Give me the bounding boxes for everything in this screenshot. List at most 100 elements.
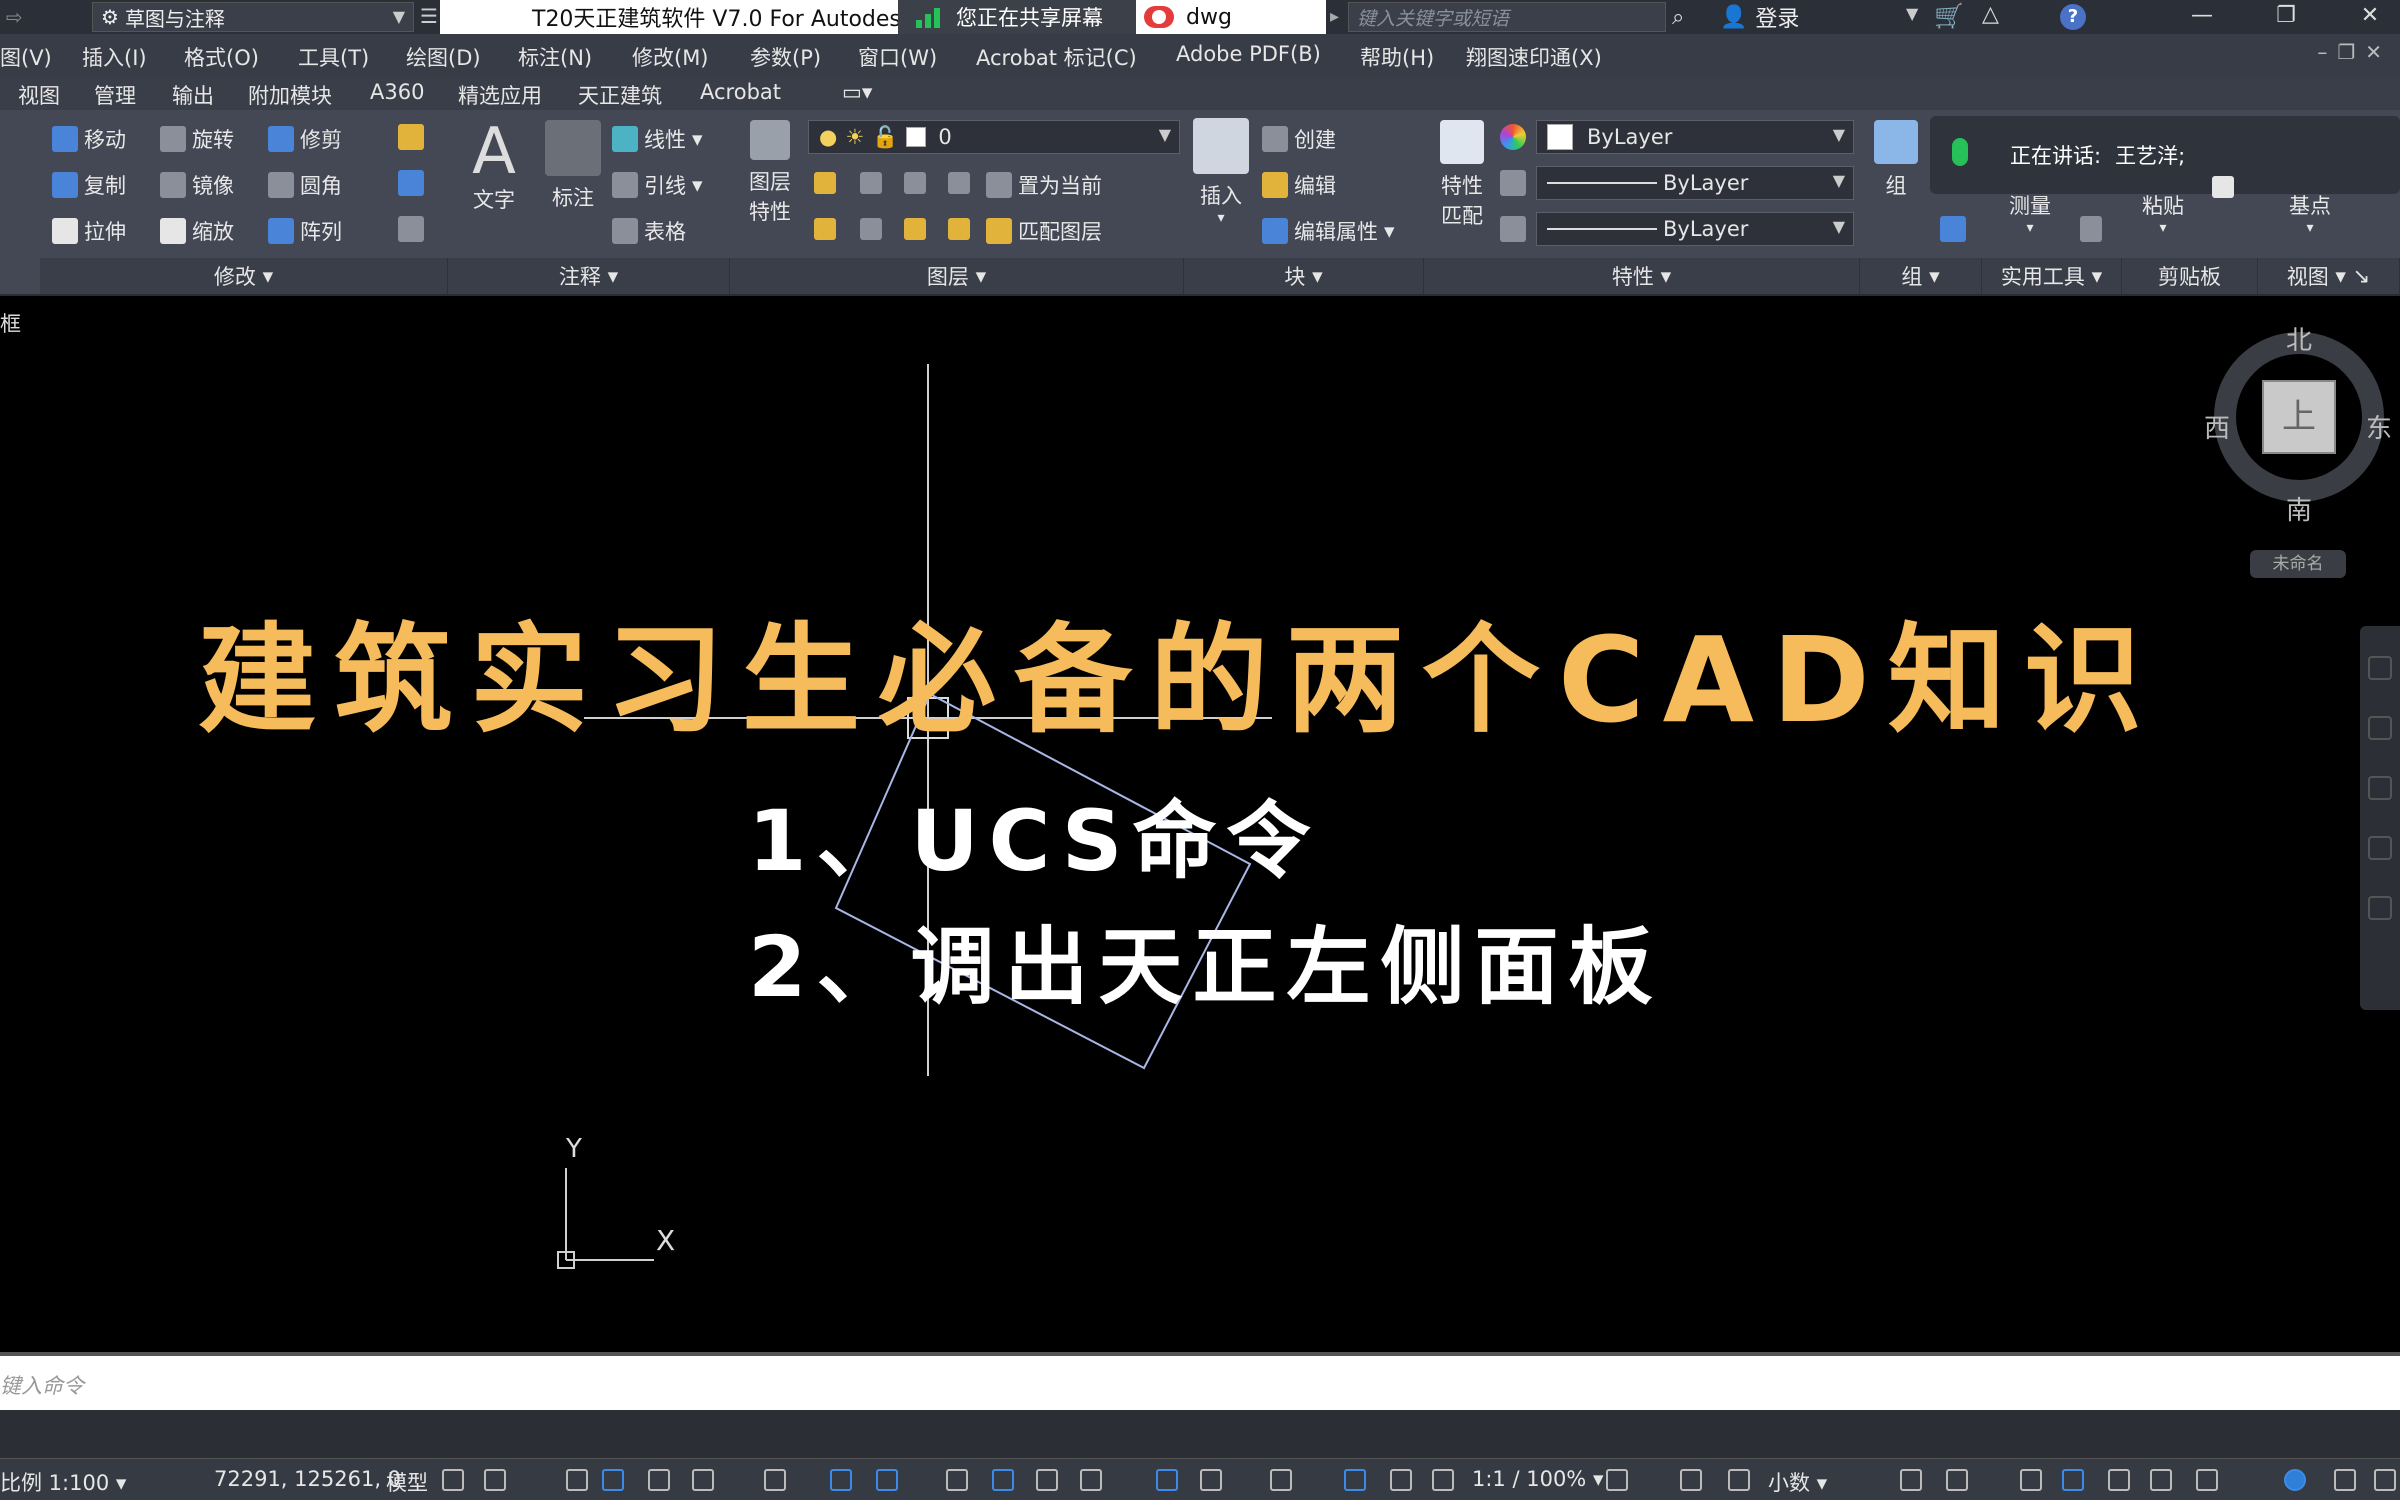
rotate-button[interactable]: 旋转	[160, 124, 234, 154]
isolate-objects-icon[interactable]	[2020, 1469, 2042, 1491]
snap-icon[interactable]	[484, 1469, 506, 1491]
tab-manage[interactable]: 管理	[94, 80, 136, 110]
tab-tangent[interactable]: 天正建筑	[578, 80, 662, 110]
viewcube-west[interactable]: 西	[2204, 408, 2230, 445]
tab-acrobat[interactable]: Acrobat	[700, 80, 781, 104]
annotation-monitor-icon[interactable]	[1680, 1469, 1702, 1491]
leader-button[interactable]: 引线 ▾	[612, 170, 703, 200]
layer-tool-icon[interactable]	[814, 172, 836, 194]
viewcube-east[interactable]: 东	[2366, 408, 2392, 445]
base-point-button[interactable]: 基点 ▾	[2270, 190, 2350, 236]
layer-panel-footer[interactable]: 图层 ▾	[730, 258, 1184, 294]
match-properties-button[interactable]: 特性 匹配	[1430, 120, 1494, 230]
move-button[interactable]: 移动	[52, 124, 126, 154]
units-icon[interactable]	[1728, 1469, 1750, 1491]
create-block-button[interactable]: 创建	[1262, 124, 1336, 154]
menu-parametric[interactable]: 参数(P)	[750, 42, 821, 72]
copy-button[interactable]: 复制	[52, 170, 126, 200]
lineweight-icon[interactable]	[1500, 216, 1526, 242]
expand-arrow-icon[interactable]: ▸	[1330, 6, 1339, 27]
menu-dimension[interactable]: 标注(N)	[518, 42, 592, 72]
hardware-acceleration-icon[interactable]	[2062, 1469, 2084, 1491]
pan-icon[interactable]	[2368, 716, 2392, 740]
coordinates-readout[interactable]: 72291, 125261, 0	[214, 1467, 401, 1491]
color-dropdown[interactable]: ByLayer ▼	[1536, 120, 1854, 154]
menu-format[interactable]: 格式(O)	[184, 42, 259, 72]
close-icon[interactable]: ✕	[2340, 0, 2400, 34]
array-button[interactable]: 阵列	[268, 216, 342, 246]
linetype-icon[interactable]	[1500, 170, 1526, 196]
orbit-icon[interactable]	[2368, 836, 2392, 860]
ucs-menu[interactable]: 未命名	[2250, 550, 2346, 578]
annotation-visibility-icon[interactable]	[1344, 1469, 1366, 1491]
annotation-scale-icon[interactable]	[1432, 1469, 1454, 1491]
gizmo-icon[interactable]	[1270, 1469, 1292, 1491]
chevron-down-icon[interactable]: ▼	[1906, 4, 1918, 23]
minimize-icon[interactable]: —	[2172, 0, 2232, 34]
ortho-icon[interactable]	[648, 1469, 670, 1491]
zoom-icon[interactable]	[2368, 776, 2392, 800]
menu-xiangtu[interactable]: 翔图速印通(X)	[1466, 42, 1602, 72]
layer-properties-button[interactable]: 图层 特性	[738, 120, 802, 226]
viewcube-north[interactable]: 北	[2286, 320, 2312, 357]
lineweight-dropdown[interactable]: ByLayer ▼	[1536, 212, 1854, 246]
linetype-dropdown[interactable]: ByLayer ▼	[1536, 166, 1854, 200]
dimension-button[interactable]: 标注	[538, 120, 608, 212]
layer-tool-icon[interactable]	[948, 218, 970, 240]
clipboard-panel-footer[interactable]: 剪贴板	[2122, 258, 2258, 294]
binoculars-icon[interactable]: ⌕	[1672, 0, 1684, 34]
transparency-icon[interactable]	[992, 1469, 1014, 1491]
menu-help[interactable]: 帮助(H)	[1360, 42, 1434, 72]
restore-icon[interactable]: ❐	[2256, 0, 2316, 34]
calculator-icon[interactable]	[2080, 216, 2102, 242]
group-select-icon[interactable]	[1940, 216, 1966, 242]
layer-dropdown[interactable]: ● ☀ 🔓 0 ▼	[808, 120, 1180, 154]
paste-button[interactable]: 粘贴 ▾	[2128, 190, 2198, 236]
group-panel-footer[interactable]: 组 ▾	[1860, 258, 1982, 294]
search-input[interactable]: 键入关键字或短语	[1348, 2, 1666, 32]
text-button[interactable]: A 文字	[464, 120, 524, 214]
annotate-panel-footer[interactable]: 注释 ▾	[448, 258, 730, 294]
polar-icon[interactable]	[692, 1469, 714, 1491]
view-panel-footer[interactable]: 视图 ▾ ↘	[2258, 258, 2400, 294]
copy-clip-icon[interactable]	[2212, 176, 2234, 198]
menu-modify[interactable]: 修改(M)	[632, 42, 709, 72]
group-button[interactable]: 组	[1866, 120, 1926, 200]
online-icon[interactable]	[2284, 1469, 2306, 1491]
selection-filter-icon[interactable]	[1200, 1469, 1222, 1491]
3d-osnap-icon[interactable]	[1080, 1469, 1102, 1491]
explode-icon[interactable]	[398, 170, 424, 196]
model-space-button[interactable]: 模型	[386, 1467, 428, 1497]
object-snap-icon[interactable]	[876, 1469, 898, 1491]
tab-a360[interactable]: A360	[370, 80, 424, 104]
scale-button[interactable]: 缩放	[160, 216, 234, 246]
layer-tool-icon[interactable]	[904, 172, 926, 194]
help-icon[interactable]: ?	[2060, 4, 2086, 30]
fillet-button[interactable]: 圆角	[268, 170, 342, 200]
tab-featured-apps[interactable]: 精选应用	[458, 80, 542, 110]
screen-share-indicator[interactable]: 您正在共享屏幕	[898, 0, 1136, 34]
quick-properties-icon[interactable]	[1900, 1469, 1922, 1491]
layer-tool-icon[interactable]	[860, 218, 882, 240]
layer-tool-icon[interactable]	[814, 218, 836, 240]
edit-block-button[interactable]: 编辑	[1262, 170, 1336, 200]
layer-tool-icon[interactable]	[948, 172, 970, 194]
login-button[interactable]: 👤 登录	[1720, 2, 1799, 33]
linear-dim-button[interactable]: 线性 ▾	[612, 124, 703, 154]
file-tab[interactable]: dwg	[1136, 0, 1326, 34]
menu-insert[interactable]: 插入(I)	[82, 42, 147, 72]
command-line[interactable]: 键入命令	[0, 1352, 2400, 1410]
viewcube-top-face[interactable]: 上	[2262, 380, 2336, 454]
cart-icon[interactable]: 🛒	[1934, 2, 1964, 30]
autodesk-app-icon[interactable]: △	[1982, 2, 1999, 27]
tab-view[interactable]: 视图	[18, 80, 60, 110]
fullscreen-icon[interactable]	[2334, 1469, 2356, 1491]
object-snap-tracking-icon[interactable]	[830, 1469, 852, 1491]
clean-screen-icon[interactable]	[2108, 1469, 2130, 1491]
infer-constraints-icon[interactable]	[566, 1469, 588, 1491]
tab-addins[interactable]: 附加模块	[248, 80, 332, 110]
viewcube-south[interactable]: 南	[2286, 490, 2312, 527]
offset-icon[interactable]	[398, 216, 424, 242]
color-wheel-icon[interactable]	[1500, 124, 1526, 150]
trim-button[interactable]: 修剪	[268, 124, 342, 154]
